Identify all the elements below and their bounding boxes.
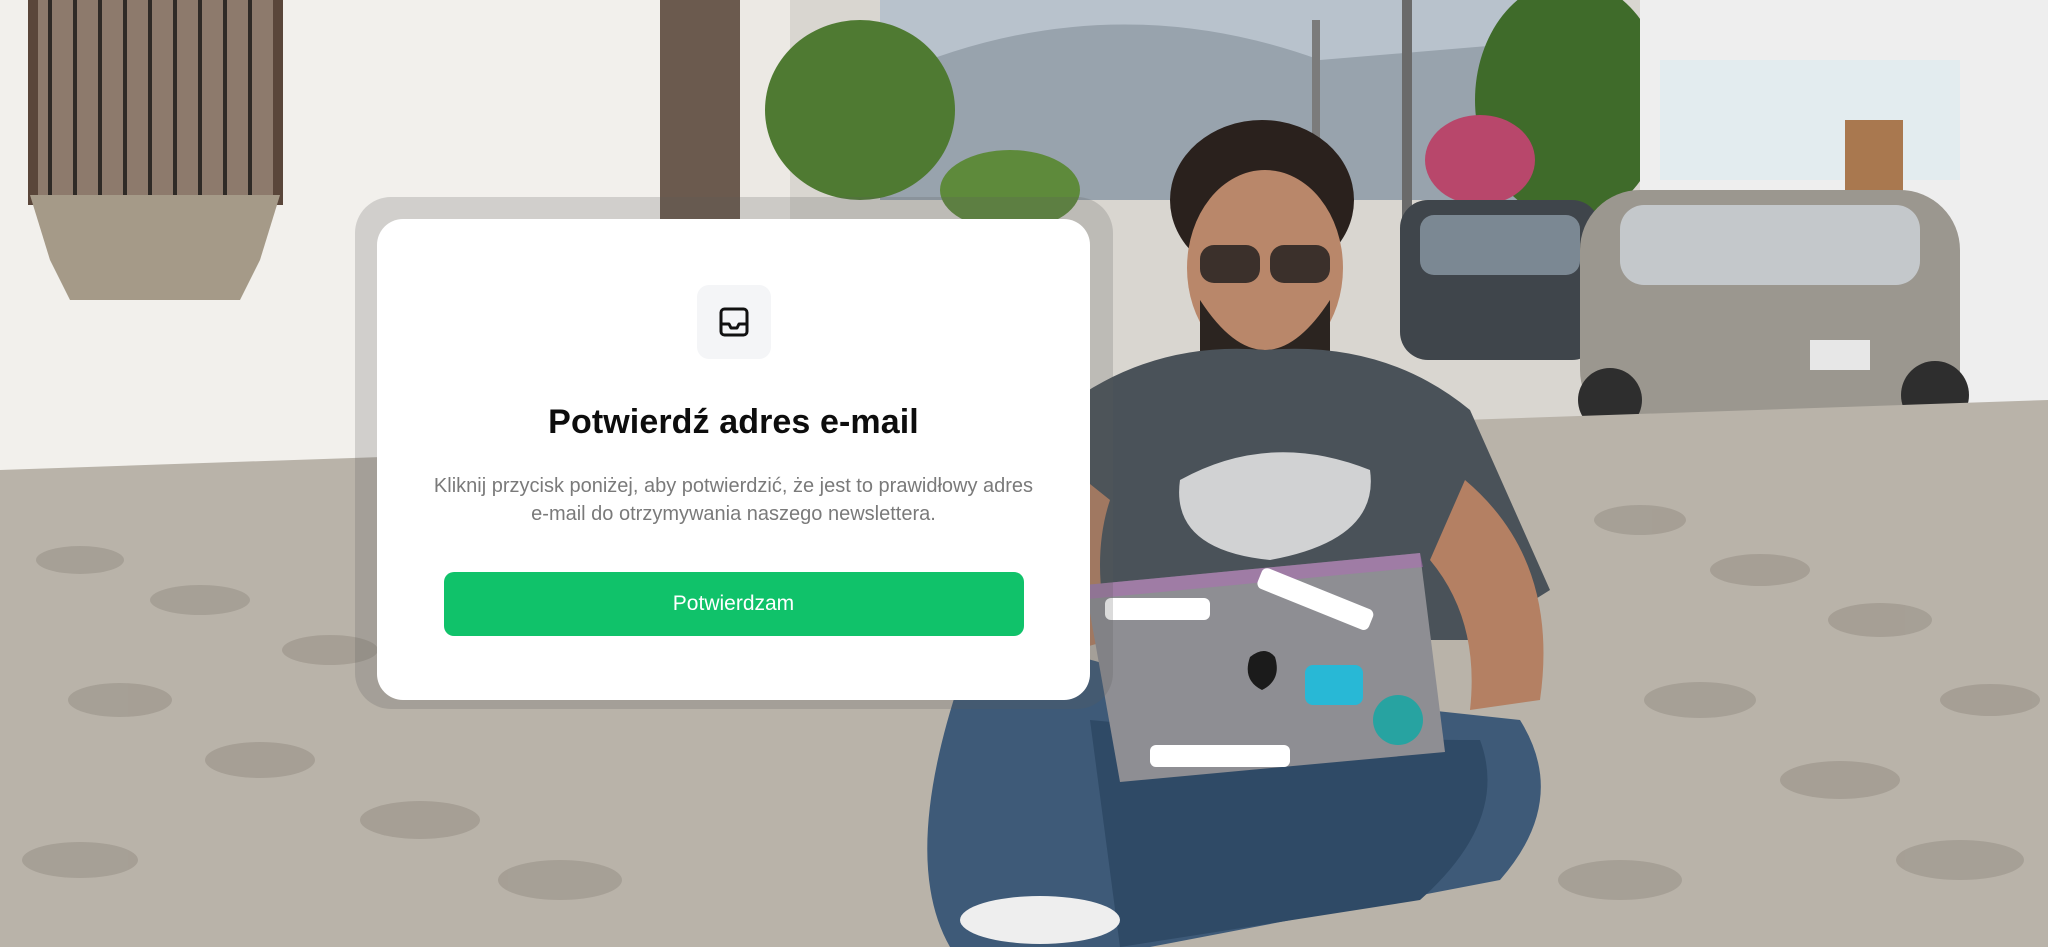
confirm-button[interactable]: Potwierdzam	[443, 572, 1024, 636]
dialog-title: Potwierdź adres e-mail	[548, 403, 919, 441]
inbox-tray-icon	[719, 307, 748, 337]
confirm-email-dialog: Potwierdź adres e-mail Kliknij przycisk …	[377, 219, 1090, 700]
icon-container	[696, 285, 771, 359]
dialog-description: Kliknij przycisk poniżej, aby potwierdzi…	[433, 475, 1034, 525]
newsletter-confirm-page: Potwierdź adres e-mail Kliknij przycisk …	[0, 0, 2048, 947]
